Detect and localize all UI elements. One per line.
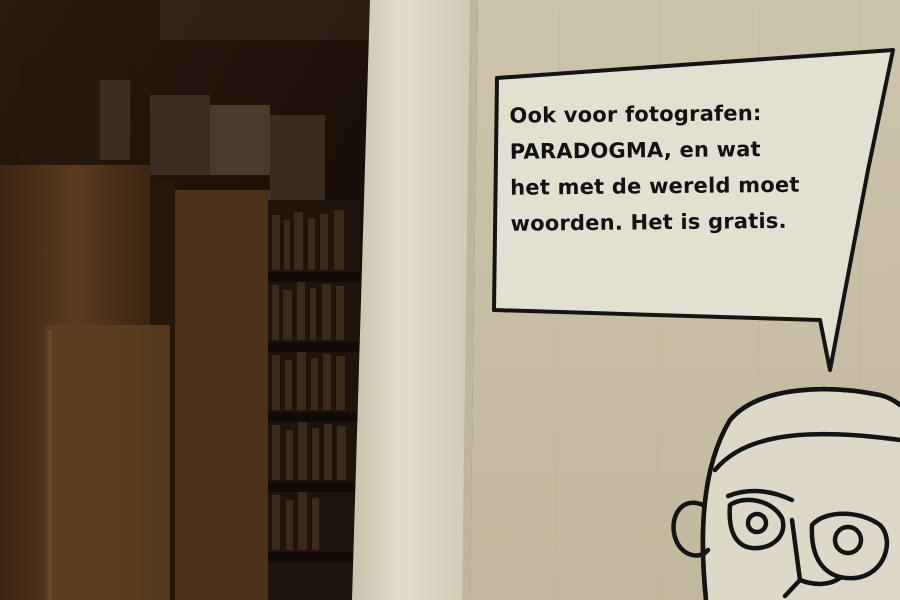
bookshelf (268, 200, 360, 600)
bubble-line-4: woorden. Het is gratis. (510, 208, 787, 236)
cabinet-right (175, 190, 270, 600)
bubble-line-2: PARADOGMA, en wat (509, 137, 761, 164)
dark-room (0, 0, 370, 600)
photo-scene (0, 0, 900, 600)
bubble-line-3: het met de wereld moet (510, 172, 800, 200)
bubble-line-1: Ook voor fotografen: (509, 101, 762, 128)
wall-pillar (352, 0, 478, 600)
speech-bubble-text: Ook voor fotografen: PARADOGMA, en wat h… (509, 94, 840, 241)
